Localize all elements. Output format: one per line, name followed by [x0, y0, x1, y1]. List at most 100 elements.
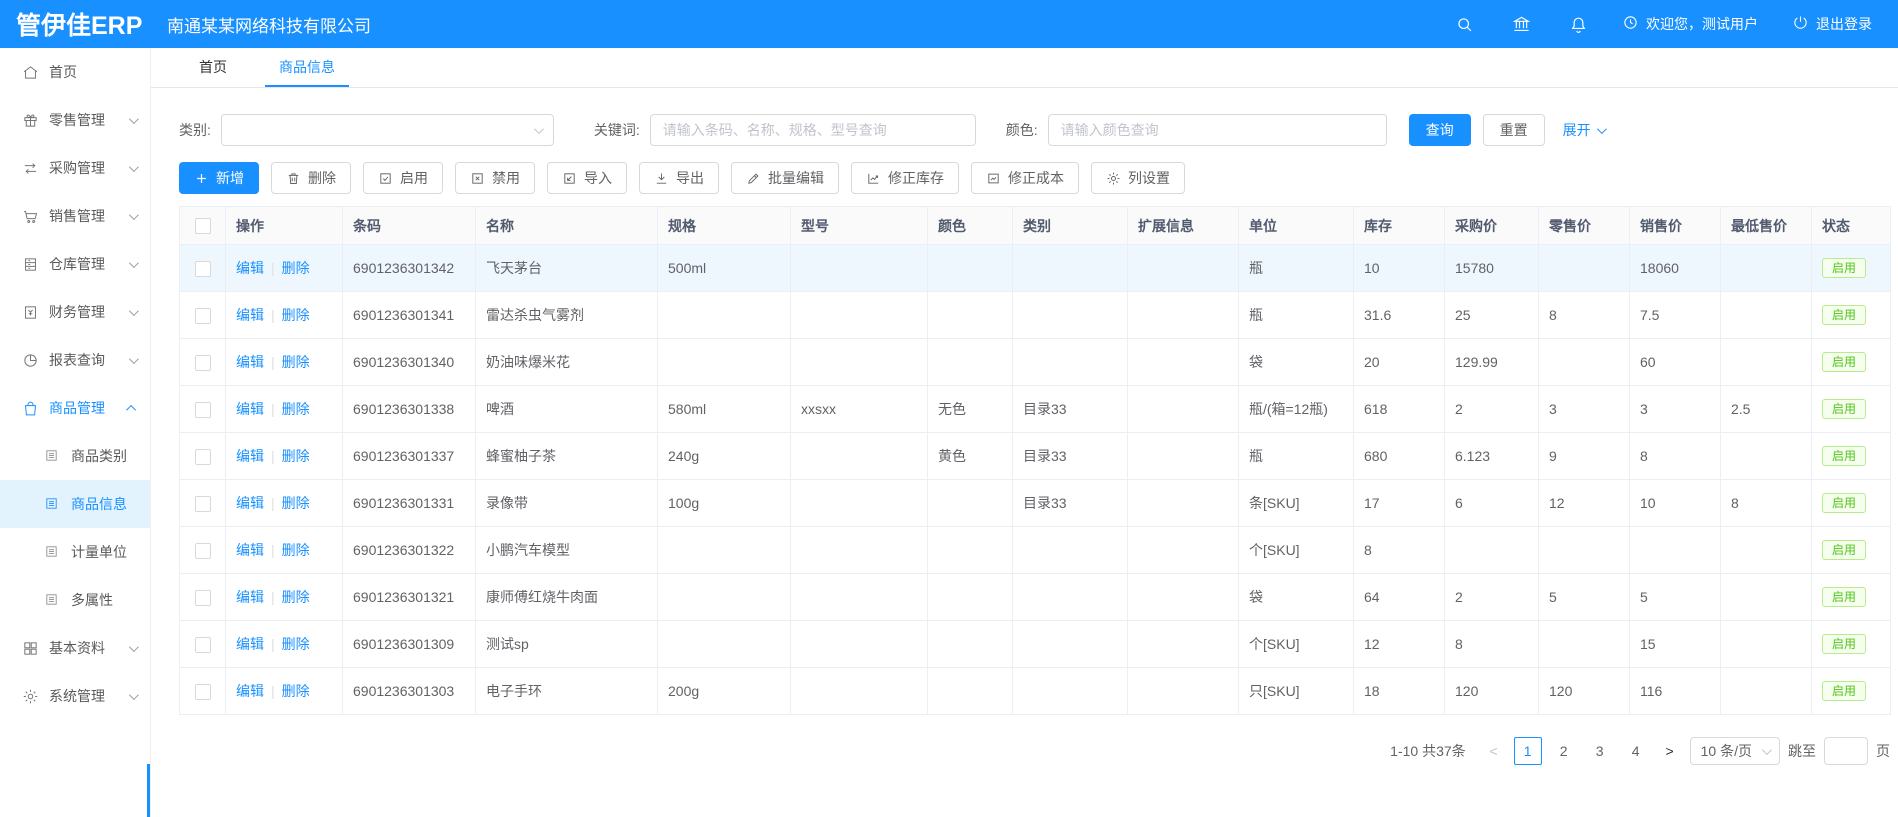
row-checkbox[interactable] [195, 637, 211, 653]
select-all-checkbox[interactable] [195, 218, 211, 234]
cell-actions: 编辑|删除 [226, 245, 343, 292]
column-header-采购价: 采购价 [1445, 207, 1539, 245]
row-checkbox[interactable] [195, 496, 211, 512]
toolbar-button-修正成本[interactable]: 修正成本 [971, 162, 1079, 194]
cell-barcode: 6901236301338 [343, 386, 476, 433]
cell-spec: 100g [658, 480, 791, 527]
toolbar-button-禁用[interactable]: 禁用 [455, 162, 535, 194]
sidebar-subitem-多属性[interactable]: 多属性 [0, 576, 150, 624]
sidebar-scrollbar[interactable] [147, 764, 150, 817]
toolbar-button-删除[interactable]: 删除 [271, 162, 351, 194]
gift-icon [22, 112, 39, 129]
delete-link[interactable]: 删除 [282, 683, 310, 699]
sidebar-item-仓库管理[interactable]: 仓库管理 [0, 240, 150, 288]
page-size-select[interactable]: 10 条/页 [1690, 737, 1780, 765]
edit-link[interactable]: 编辑 [236, 589, 264, 605]
logout-button[interactable]: 退出登录 [1792, 14, 1872, 34]
delete-link[interactable]: 删除 [282, 260, 310, 276]
row-checkbox[interactable] [195, 543, 211, 559]
page-number-3[interactable]: 3 [1586, 737, 1614, 765]
cell-spec: 240g [658, 433, 791, 480]
toolbar-button-导出[interactable]: 导出 [639, 162, 719, 194]
bell-icon[interactable] [1569, 15, 1588, 34]
row-checkbox[interactable] [195, 449, 211, 465]
cell-barcode: 6901236301340 [343, 339, 476, 386]
trash-icon [286, 171, 301, 186]
page-number-4[interactable]: 4 [1622, 737, 1650, 765]
row-checkbox[interactable] [195, 261, 211, 277]
row-checkbox[interactable] [195, 402, 211, 418]
page-number-1[interactable]: 1 [1514, 737, 1542, 765]
row-checkbox[interactable] [195, 355, 211, 371]
sidebar-subitem-商品类别[interactable]: 商品类别 [0, 432, 150, 480]
sidebar-item-采购管理[interactable]: 采购管理 [0, 144, 150, 192]
cell-sale: 18060 [1630, 245, 1721, 292]
app-logo: 管伊佳ERP [0, 6, 151, 42]
toolbar-button-修正库存[interactable]: 修正库存 [851, 162, 959, 194]
tab-首页[interactable]: 首页 [185, 48, 241, 87]
cell-name: 录像带 [476, 480, 658, 527]
delete-link[interactable]: 删除 [282, 542, 310, 558]
expand-link[interactable]: 展开 [1563, 120, 1604, 140]
tab-商品信息[interactable]: 商品信息 [265, 48, 349, 87]
logout-icon [1792, 14, 1809, 34]
edit-link[interactable]: 编辑 [236, 354, 264, 370]
chevron-down-icon [129, 642, 139, 652]
toolbar-button-批量编辑[interactable]: 批量编辑 [731, 162, 839, 194]
toolbar-button-新增[interactable]: 新增 [179, 162, 259, 194]
edit-link[interactable]: 编辑 [236, 448, 264, 464]
delete-link[interactable]: 删除 [282, 589, 310, 605]
category-select[interactable] [221, 114, 554, 146]
welcome-text: 欢迎您，测试用户 [1646, 14, 1758, 34]
sidebar-item-财务管理[interactable]: 财务管理 [0, 288, 150, 336]
keyword-input[interactable] [650, 114, 976, 146]
column-header-颜色: 颜色 [928, 207, 1013, 245]
sidebar-subitem-计量单位[interactable]: 计量单位 [0, 528, 150, 576]
search-icon[interactable] [1455, 15, 1474, 34]
row-checkbox[interactable] [195, 590, 211, 606]
row-checkbox[interactable] [195, 308, 211, 324]
bank-icon [1512, 15, 1531, 34]
prev-page-button[interactable]: < [1482, 743, 1506, 759]
sidebar-item-基本资料[interactable]: 基本资料 [0, 624, 150, 672]
delete-link[interactable]: 删除 [282, 636, 310, 652]
delete-link[interactable]: 删除 [282, 307, 310, 323]
welcome-user[interactable]: 欢迎您，测试用户 [1622, 14, 1758, 34]
plus-icon [194, 171, 209, 186]
column-header-型号: 型号 [791, 207, 928, 245]
sidebar-subitem-商品信息[interactable]: 商品信息 [0, 480, 150, 528]
delete-link[interactable]: 删除 [282, 495, 310, 511]
sidebar-item-销售管理[interactable]: 销售管理 [0, 192, 150, 240]
toolbar-button-列设置[interactable]: 列设置 [1091, 162, 1185, 194]
row-checkbox[interactable] [195, 684, 211, 700]
toolbar-button-导入[interactable]: 导入 [547, 162, 627, 194]
jump-page-input[interactable] [1824, 737, 1868, 765]
edit-link[interactable]: 编辑 [236, 495, 264, 511]
toolbar-button-启用[interactable]: 启用 [363, 162, 443, 194]
reset-button[interactable]: 重置 [1483, 114, 1545, 146]
bank-icon[interactable] [1512, 15, 1531, 34]
x-square-icon [470, 171, 485, 186]
chevron-down-icon [129, 690, 139, 700]
page-number-2[interactable]: 2 [1550, 737, 1578, 765]
sidebar-item-首页[interactable]: 首页 [0, 48, 150, 96]
next-page-button[interactable]: > [1658, 743, 1682, 759]
sidebar-item-商品管理[interactable]: 商品管理 [0, 384, 150, 432]
sidebar-item-报表查询[interactable]: 报表查询 [0, 336, 150, 384]
search-button[interactable]: 查询 [1409, 114, 1471, 146]
delete-link[interactable]: 删除 [282, 448, 310, 464]
edit-link[interactable]: 编辑 [236, 401, 264, 417]
edit-link[interactable]: 编辑 [236, 542, 264, 558]
edit-link[interactable]: 编辑 [236, 636, 264, 652]
edit-link[interactable]: 编辑 [236, 260, 264, 276]
cell-status: 启用 [1812, 480, 1891, 527]
edit-link[interactable]: 编辑 [236, 683, 264, 699]
edit-link[interactable]: 编辑 [236, 307, 264, 323]
sidebar-item-零售管理[interactable]: 零售管理 [0, 96, 150, 144]
delete-link[interactable]: 删除 [282, 401, 310, 417]
cell-purchase: 2 [1445, 574, 1539, 621]
cell-ext [1128, 527, 1239, 574]
color-input[interactable] [1048, 114, 1387, 146]
delete-link[interactable]: 删除 [282, 354, 310, 370]
sidebar-item-系统管理[interactable]: 系统管理 [0, 672, 150, 720]
